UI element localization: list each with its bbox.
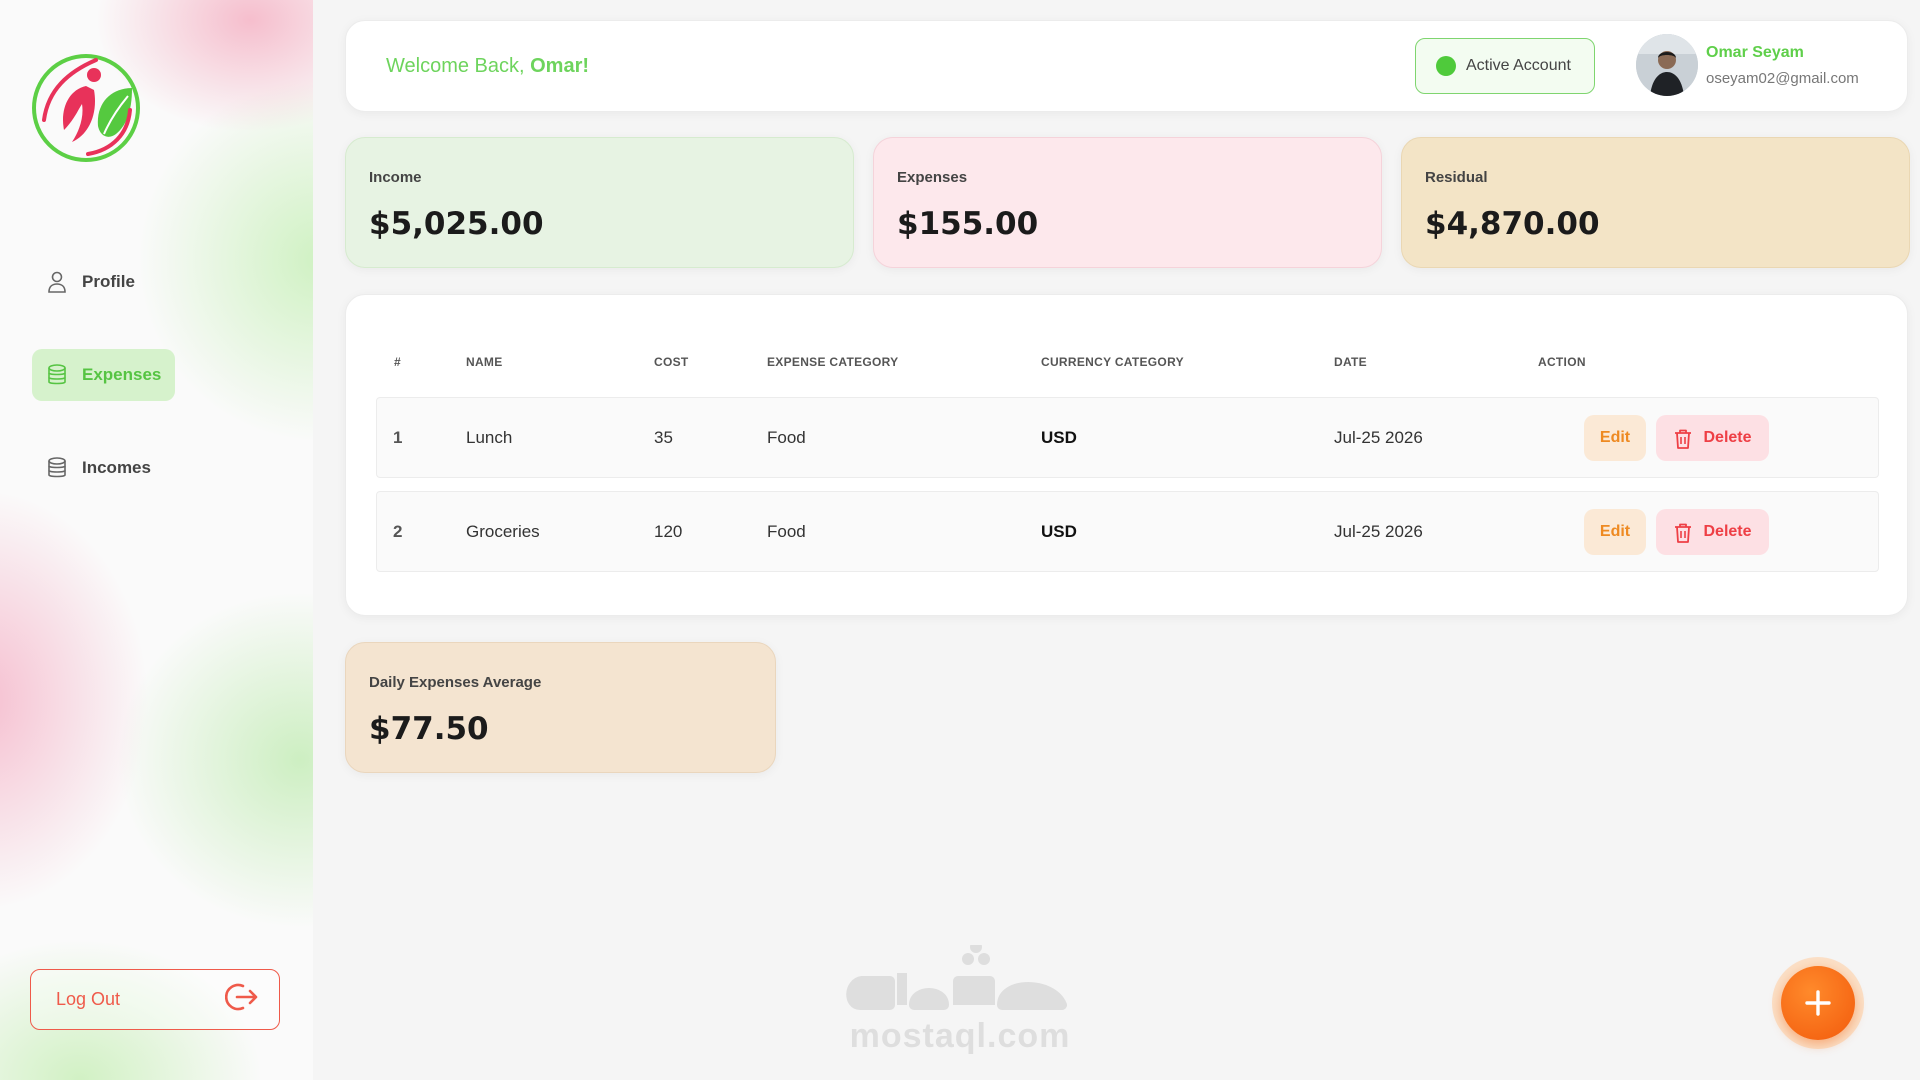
fab-core (1781, 966, 1855, 1040)
app-logo (32, 54, 140, 162)
table-row: 1 Lunch 35 Food USD Jul-25 2026 Edit Del… (376, 397, 1879, 478)
row-category: Food (767, 522, 806, 541)
plus-icon (1805, 990, 1831, 1016)
account-status-badge[interactable]: Active Account (1415, 38, 1595, 94)
row-currency: USD (1041, 522, 1077, 541)
delete-button[interactable]: Delete (1656, 509, 1769, 555)
watermark-logo-icon (846, 941, 1067, 1010)
logout-label: Log Out (56, 989, 121, 1009)
user-icon (46, 271, 68, 293)
column-header-expense-category: EXPENSE CATEGORY (767, 355, 899, 369)
column-header-index: # (394, 355, 401, 369)
sidebar-item-incomes[interactable]: Incomes (32, 442, 165, 494)
watermark: mostaql.com (840, 941, 1080, 1057)
row-date: Jul-25 2026 (1334, 522, 1423, 541)
welcome-message: Welcome Back, Omar! (386, 55, 589, 78)
welcome-prefix: Welcome Back, (386, 55, 531, 77)
income-label: Income (369, 169, 422, 186)
user-email: oseyam02@gmail.com (1706, 70, 1859, 87)
residual-label: Residual (1425, 169, 1488, 186)
account-status-label: Active Account (1466, 57, 1571, 74)
table-row: 2 Groceries 120 Food USD Jul-25 2026 Edi… (376, 491, 1879, 572)
edit-button[interactable]: Edit (1584, 509, 1646, 555)
column-header-cost: COST (654, 355, 689, 369)
edit-button[interactable]: Edit (1584, 415, 1646, 461)
row-cost: 120 (654, 522, 683, 541)
row-name: Groceries (466, 522, 540, 541)
column-header-date: DATE (1334, 355, 1367, 369)
sidebar-item-profile[interactable]: Profile (32, 256, 149, 308)
row-category: Food (767, 428, 806, 447)
residual-card: Residual $4,870.00 (1401, 137, 1910, 268)
row-currency: USD (1041, 428, 1077, 447)
row-index: 2 (393, 522, 403, 541)
sidebar-item-label: Expenses (82, 365, 162, 384)
database-icon (46, 364, 68, 386)
income-value: $5,025.00 (369, 206, 544, 242)
daily-average-card: Daily Expenses Average $77.50 (345, 642, 776, 773)
row-cost: 35 (654, 428, 673, 447)
expenses-card: Expenses $155.00 (873, 137, 1382, 268)
sidebar: Profile Expenses Incomes Log Out (0, 0, 313, 1080)
sidebar-item-label: Profile (82, 272, 135, 291)
database-icon (46, 457, 68, 479)
watermark-text: mostaql.com (849, 1017, 1071, 1055)
trash-icon (1673, 522, 1693, 543)
header-bar: Welcome Back, Omar! Active Account Omar … (345, 20, 1908, 112)
status-dot-icon (1436, 56, 1456, 76)
daily-average-label: Daily Expenses Average (369, 674, 542, 691)
row-name: Lunch (466, 428, 513, 447)
delete-button[interactable]: Delete (1656, 415, 1769, 461)
delete-label: Delete (1703, 429, 1752, 446)
sidebar-item-expenses[interactable]: Expenses (32, 349, 176, 401)
sidebar-item-label: Incomes (82, 458, 151, 477)
avatar[interactable] (1636, 34, 1698, 96)
expenses-label: Expenses (897, 169, 968, 186)
expenses-value: $155.00 (897, 206, 1039, 242)
delete-label: Delete (1703, 523, 1752, 540)
residual-value: $4,870.00 (1425, 206, 1600, 242)
column-header-currency-category: CURRENCY CATEGORY (1041, 355, 1184, 369)
add-expense-button[interactable] (1772, 957, 1864, 1049)
column-header-name: NAME (466, 355, 503, 369)
row-index: 1 (393, 428, 403, 447)
daily-average-value: $77.50 (369, 711, 489, 747)
income-card: Income $5,025.00 (345, 137, 854, 268)
welcome-name: Omar! (530, 55, 590, 77)
row-date: Jul-25 2026 (1334, 428, 1423, 447)
trash-icon (1673, 428, 1693, 449)
logout-button[interactable]: Log Out (30, 969, 280, 1030)
expenses-table: # NAME COST EXPENSE CATEGORY CURRENCY CA… (345, 294, 1908, 616)
user-name: Omar Seyam (1706, 44, 1804, 61)
column-header-action: ACTION (1538, 355, 1586, 369)
logout-icon (224, 982, 259, 1017)
